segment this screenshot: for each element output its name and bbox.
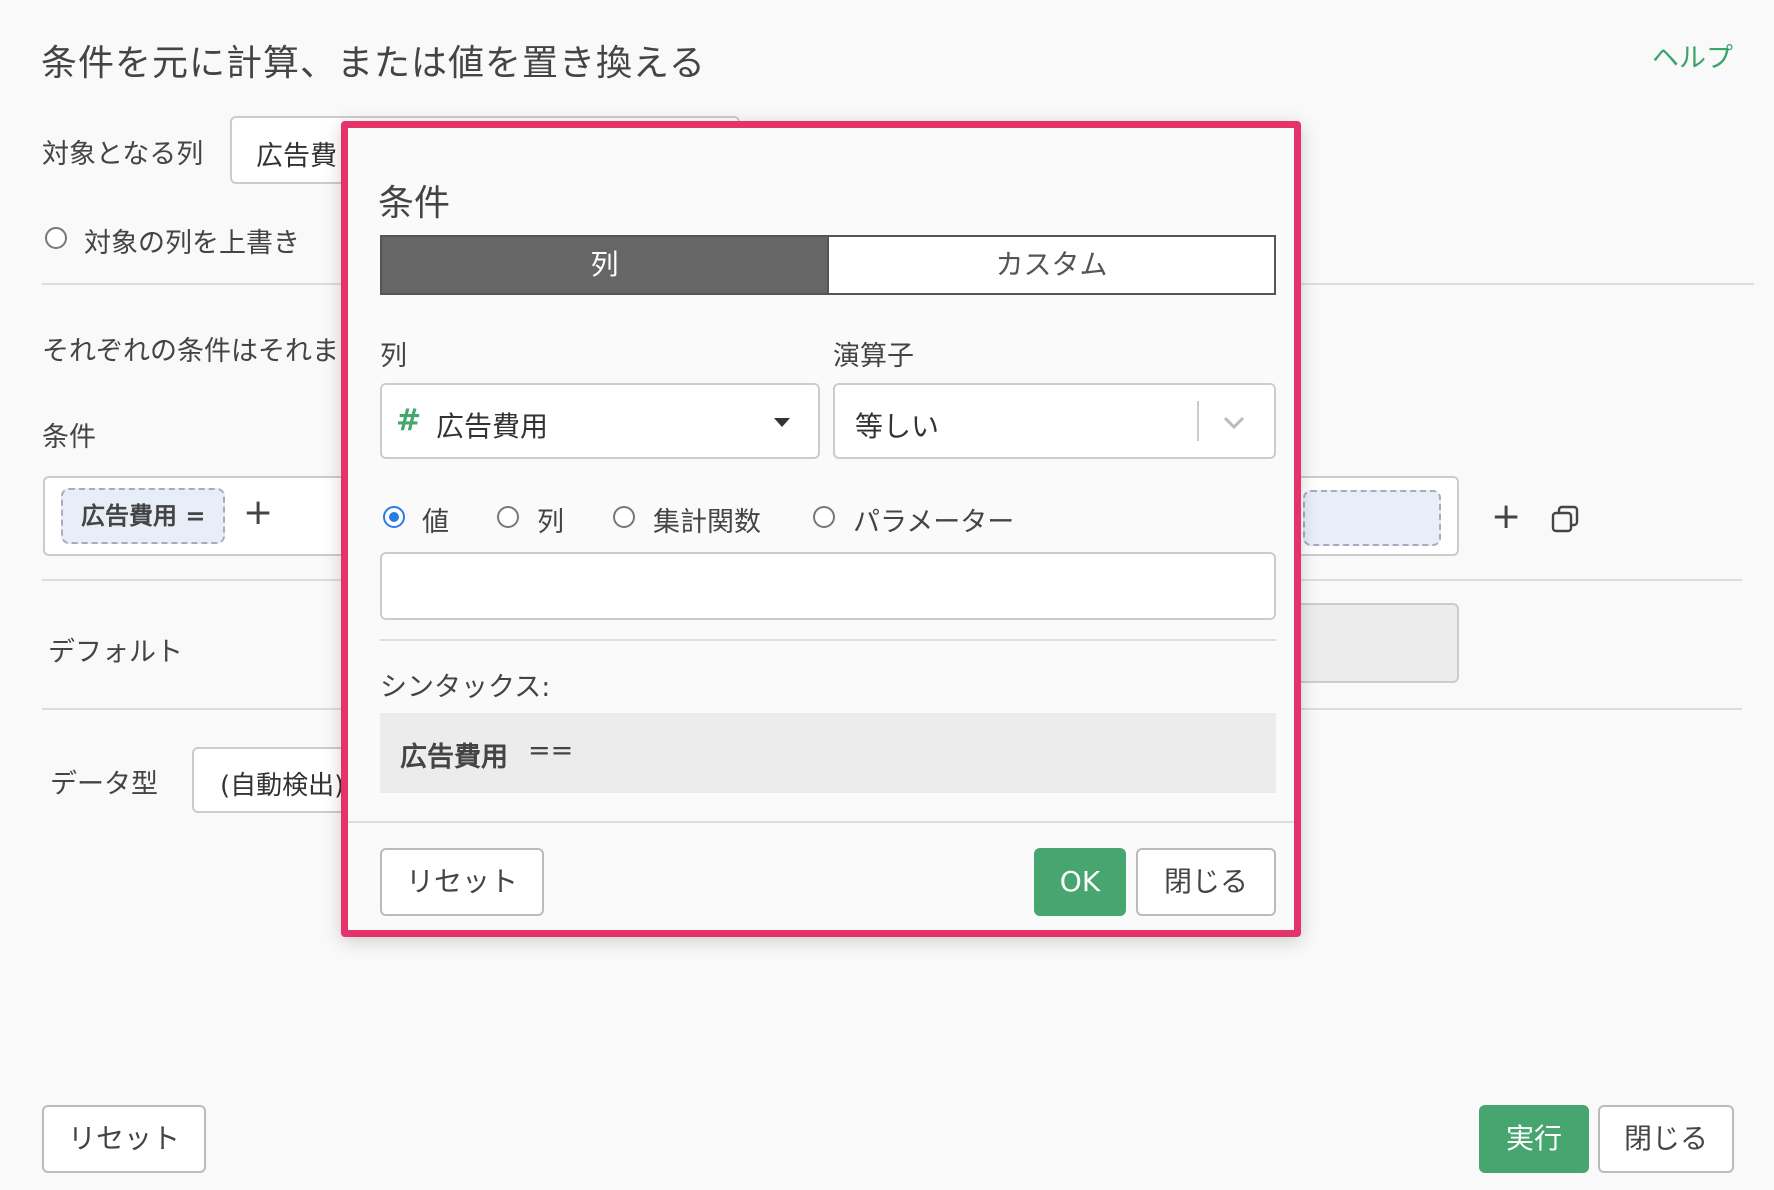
syntax-operator: == (528, 735, 574, 766)
condition-label: 条件 (42, 422, 96, 453)
caret-down-icon (774, 418, 790, 427)
tab-custom[interactable]: カスタム (827, 237, 1274, 293)
condition-value-chip[interactable] (1303, 490, 1441, 546)
radio-parameter-label: パラメーター (853, 507, 1015, 538)
select-separator (1197, 401, 1199, 441)
condition-chip[interactable]: 広告費用 = (61, 488, 226, 544)
column-select[interactable]: # 広告費用 (380, 383, 820, 459)
numeric-type-icon: # (396, 403, 422, 438)
column-label: 列 (380, 341, 407, 372)
operator-select-value: 等しい (855, 410, 940, 443)
syntax-column: 広告費用 (400, 742, 508, 773)
add-condition-button[interactable]: + (1491, 496, 1521, 537)
tab-column[interactable]: 列 (382, 237, 827, 293)
run-button[interactable]: 実行 (1479, 1105, 1589, 1173)
default-value-input[interactable] (1290, 603, 1459, 683)
radio-column[interactable] (497, 506, 519, 528)
condition-modal: 条件 列 カスタム 列 演算子 # 広告費用 等しい 値 列 集計関数 パラメー… (341, 121, 1301, 937)
overwrite-radio[interactable] (45, 227, 67, 249)
radio-parameter[interactable] (813, 506, 835, 528)
modal-title: 条件 (378, 183, 451, 224)
reset-button[interactable]: リセット (42, 1105, 206, 1173)
page-title: 条件を元に計算、または値を置き換える (41, 43, 706, 84)
radio-value[interactable] (383, 506, 405, 528)
radio-column-label: 列 (537, 507, 564, 538)
modal-reset-button[interactable]: リセット (380, 848, 544, 916)
operator-select[interactable]: 等しい (833, 383, 1276, 459)
description-text: それぞれの条件はそれま (42, 336, 339, 367)
value-input[interactable] (380, 552, 1276, 620)
syntax-label: シンタックス: (380, 672, 551, 703)
copy-icon[interactable] (1550, 504, 1580, 534)
target-column-label: 対象となる列 (42, 139, 204, 170)
divider (380, 639, 1276, 641)
mode-tabs: 列 カスタム (380, 235, 1276, 295)
target-column-value: 広告費 (256, 141, 337, 172)
ok-button[interactable]: OK (1034, 848, 1126, 916)
datatype-label: データ型 (50, 769, 158, 800)
syntax-preview: 広告費用 == (380, 713, 1276, 793)
radio-aggregate-label: 集計関数 (653, 507, 761, 538)
modal-close-button[interactable]: 閉じる (1136, 848, 1276, 916)
footer-divider (348, 821, 1294, 823)
datatype-value: (自動検出) (220, 771, 345, 801)
help-link[interactable]: ヘルプ (1652, 36, 1733, 75)
column-select-value: 広告費用 (436, 410, 549, 443)
default-label: デフォルト (48, 637, 183, 668)
close-button[interactable]: 閉じる (1598, 1105, 1734, 1173)
radio-aggregate[interactable] (613, 506, 635, 528)
chevron-down-icon[interactable] (1221, 409, 1247, 435)
overwrite-label: 対象の列を上書き (84, 228, 300, 259)
radio-value-label: 値 (422, 507, 449, 538)
add-condition-part-button[interactable]: + (243, 492, 273, 533)
operator-label: 演算子 (833, 341, 914, 372)
